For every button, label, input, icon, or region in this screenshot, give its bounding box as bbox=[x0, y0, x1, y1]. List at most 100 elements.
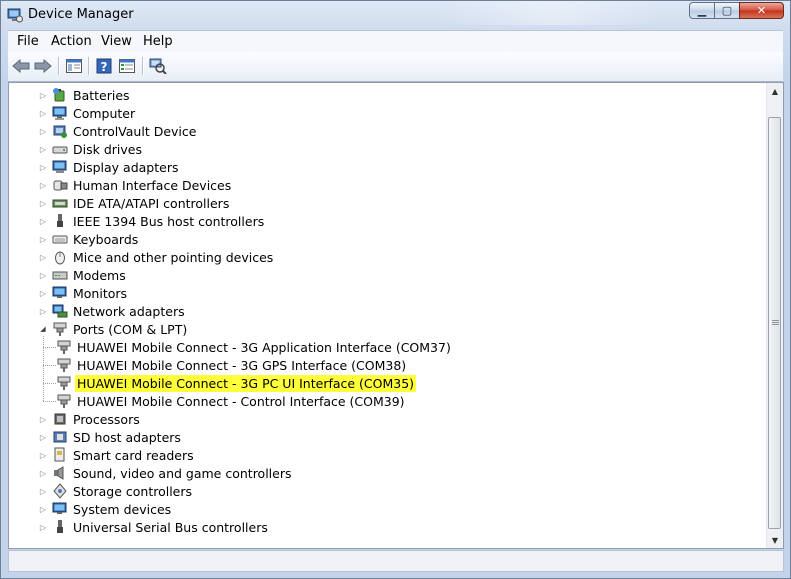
expand-arrow-icon[interactable]: ▷ bbox=[37, 287, 49, 299]
tree-category[interactable]: ◢ Ports (COM & LPT) bbox=[37, 320, 189, 338]
port-icon bbox=[56, 339, 72, 355]
expand-arrow-icon[interactable]: ▷ bbox=[37, 305, 49, 317]
forward-arrow-icon bbox=[34, 59, 52, 73]
computer-icon bbox=[52, 105, 68, 121]
expand-arrow-icon[interactable]: ▷ bbox=[37, 161, 49, 173]
tree-category-label: Storage controllers bbox=[73, 483, 193, 499]
device-tree-pane[interactable]: ▷ Batteries ▷ Computer ▷ ControlVault Device ▷… bbox=[8, 82, 784, 549]
close-button[interactable]: ✕ bbox=[739, 2, 784, 19]
forward-button[interactable] bbox=[33, 57, 53, 75]
tree-category[interactable]: ▷ Processors bbox=[37, 410, 142, 428]
sound-icon bbox=[52, 465, 68, 481]
status-bar bbox=[8, 550, 784, 572]
tree-category-label: Network adapters bbox=[73, 303, 185, 319]
tree-device-label: HUAWEI Mobile Connect - 3G GPS Interface… bbox=[77, 357, 407, 373]
scroll-up-button[interactable]: ▲ bbox=[767, 83, 783, 99]
expand-arrow-icon[interactable]: ▷ bbox=[37, 215, 49, 227]
expand-arrow-icon[interactable]: ▷ bbox=[37, 125, 49, 137]
tree-category[interactable]: ▷ Keyboards bbox=[37, 230, 140, 248]
menu-file[interactable]: File bbox=[17, 34, 39, 49]
port-icon bbox=[56, 357, 72, 373]
tree-category[interactable]: ▷ ControlVault Device bbox=[37, 122, 198, 140]
device-manager-window: Device Manager ▁ ▢ ✕ File Action View He… bbox=[0, 0, 791, 579]
scroll-thumb-grip bbox=[772, 322, 779, 323]
tree-category-label: Computer bbox=[73, 105, 136, 121]
expand-arrow-icon[interactable]: ▷ bbox=[37, 107, 49, 119]
expand-arrow-icon[interactable]: ▷ bbox=[37, 503, 49, 515]
controlvault-icon bbox=[52, 123, 68, 139]
help-button[interactable]: ? bbox=[94, 57, 114, 75]
modem-icon bbox=[52, 267, 68, 283]
tree-device-item[interactable]: HUAWEI Mobile Connect - Control Interfac… bbox=[56, 392, 407, 410]
toolbar-separator bbox=[142, 57, 144, 75]
expand-arrow-icon[interactable]: ▷ bbox=[37, 269, 49, 281]
tree-category[interactable]: ▷ Sound, video and game controllers bbox=[37, 464, 294, 482]
expand-arrow-icon[interactable]: ▷ bbox=[37, 251, 49, 263]
expand-arrow-icon[interactable]: ▷ bbox=[37, 179, 49, 191]
scroll-down-button[interactable]: ▼ bbox=[767, 532, 783, 548]
device-manager-app-icon bbox=[7, 8, 23, 23]
tree-category[interactable]: ▷ Storage controllers bbox=[37, 482, 194, 500]
tree-device-label: HUAWEI Mobile Connect - 3G Application I… bbox=[77, 339, 451, 355]
system-devices-icon bbox=[52, 501, 68, 517]
disk-drive-icon bbox=[52, 141, 68, 157]
properties-button[interactable] bbox=[117, 57, 137, 75]
expand-arrow-icon[interactable]: ▷ bbox=[37, 197, 49, 209]
tree-device-item[interactable]: HUAWEI Mobile Connect - 3G PC UI Interfa… bbox=[56, 374, 417, 392]
expand-arrow-icon[interactable]: ▷ bbox=[37, 449, 49, 461]
tree-category-label: System devices bbox=[73, 501, 172, 517]
scan-hardware-changes-button[interactable] bbox=[148, 57, 168, 75]
expand-arrow-icon[interactable]: ▷ bbox=[37, 413, 49, 425]
expand-arrow-icon[interactable]: ▷ bbox=[37, 431, 49, 443]
tree-category[interactable]: ▷ Network adapters bbox=[37, 302, 187, 320]
tree-category-label: IEEE 1394 Bus host controllers bbox=[73, 213, 265, 229]
tree-category[interactable]: ▷ Universal Serial Bus controllers bbox=[37, 518, 270, 536]
scroll-thumb-grip bbox=[772, 320, 779, 321]
tree-category[interactable]: ▷ SD host adapters bbox=[37, 428, 183, 446]
tree-category[interactable]: ▷ Smart card readers bbox=[37, 446, 196, 464]
tree-category-label: Sound, video and game controllers bbox=[73, 465, 292, 481]
keyboard-icon bbox=[52, 231, 68, 247]
tree-category-label: Display adapters bbox=[73, 159, 179, 175]
tree-category[interactable]: ▷ Display adapters bbox=[37, 158, 180, 176]
tree-category[interactable]: ▷ System devices bbox=[37, 500, 173, 518]
svg-text:?: ? bbox=[101, 60, 108, 74]
expand-arrow-icon[interactable]: ▷ bbox=[37, 521, 49, 533]
expand-arrow-icon[interactable]: ▷ bbox=[37, 143, 49, 155]
expand-arrow-icon[interactable]: ▷ bbox=[37, 467, 49, 479]
scroll-thumb[interactable] bbox=[768, 117, 781, 529]
tree-device-item[interactable]: HUAWEI Mobile Connect - 3G Application I… bbox=[56, 338, 453, 356]
minimize-button[interactable]: ▁ bbox=[689, 2, 715, 19]
expand-arrow-icon[interactable]: ▷ bbox=[37, 233, 49, 245]
tree-connector-line bbox=[43, 401, 56, 403]
vertical-scrollbar[interactable]: ▲ ▼ bbox=[766, 83, 783, 548]
tree-category[interactable]: ▷ IEEE 1394 Bus host controllers bbox=[37, 212, 266, 230]
menu-action[interactable]: Action bbox=[51, 34, 92, 49]
title-bar[interactable]: Device Manager ▁ ▢ ✕ bbox=[1, 1, 790, 29]
menu-view[interactable]: View bbox=[101, 34, 132, 49]
expand-arrow-icon[interactable]: ▷ bbox=[37, 485, 49, 497]
menu-help[interactable]: Help bbox=[143, 34, 173, 49]
scan-hardware-changes-icon bbox=[149, 58, 167, 74]
tree-category[interactable]: ▷ Computer bbox=[37, 104, 137, 122]
scroll-thumb-grip bbox=[772, 324, 779, 325]
tree-category[interactable]: ▷ Modems bbox=[37, 266, 128, 284]
tree-category[interactable]: ▷ Batteries bbox=[37, 86, 132, 104]
tree-category[interactable]: ▷ Disk drives bbox=[37, 140, 144, 158]
tree-category-label: Processors bbox=[73, 411, 140, 427]
maximize-button[interactable]: ▢ bbox=[714, 2, 740, 19]
tree-category[interactable]: ▷ Human Interface Devices bbox=[37, 176, 233, 194]
tree-category[interactable]: ▷ Mice and other pointing devices bbox=[37, 248, 275, 266]
tree-device-item[interactable]: HUAWEI Mobile Connect - 3G GPS Interface… bbox=[56, 356, 408, 374]
port-icon bbox=[56, 393, 72, 409]
tree-category[interactable]: ▷ IDE ATA/ATAPI controllers bbox=[37, 194, 231, 212]
show-hide-console-tree-button[interactable] bbox=[64, 57, 84, 75]
back-button[interactable] bbox=[11, 57, 31, 75]
collapse-arrow-icon[interactable]: ◢ bbox=[37, 323, 49, 335]
toolbar: ? bbox=[8, 52, 783, 82]
tree-category[interactable]: ▷ Monitors bbox=[37, 284, 129, 302]
caption-buttons: ▁ ▢ ✕ bbox=[689, 2, 784, 21]
sd-host-icon bbox=[52, 429, 68, 445]
title-glass-reflection bbox=[441, 1, 661, 25]
expand-arrow-icon[interactable]: ▷ bbox=[37, 89, 49, 101]
